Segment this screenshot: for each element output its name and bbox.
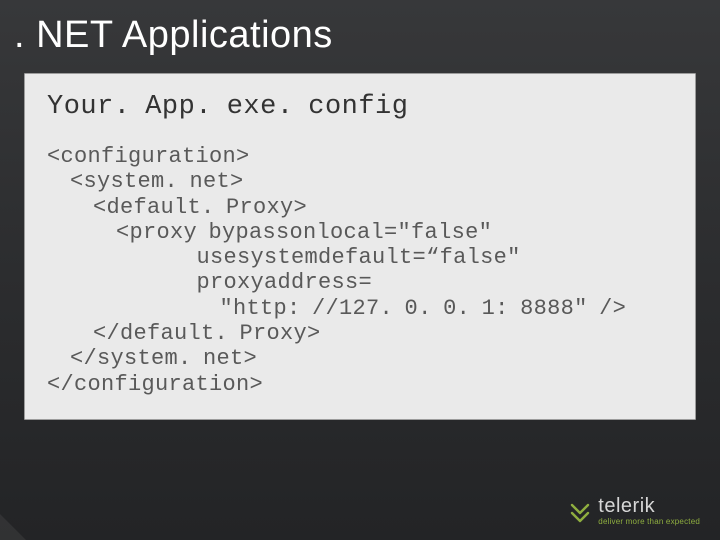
telerik-logo-icon [568,499,592,523]
brand-name: telerik [598,496,700,516]
config-code-block: <configuration> <system. net> <default. … [47,144,673,397]
corner-accent [0,514,26,540]
brand-logo: telerik deliver more than expected [568,496,700,526]
brand-tagline: deliver more than expected [598,518,700,526]
config-card: Your. App. exe. config <configuration> <… [24,73,696,420]
config-filename: Your. App. exe. config [47,92,673,122]
slide-title: . NET Applications [0,0,720,73]
